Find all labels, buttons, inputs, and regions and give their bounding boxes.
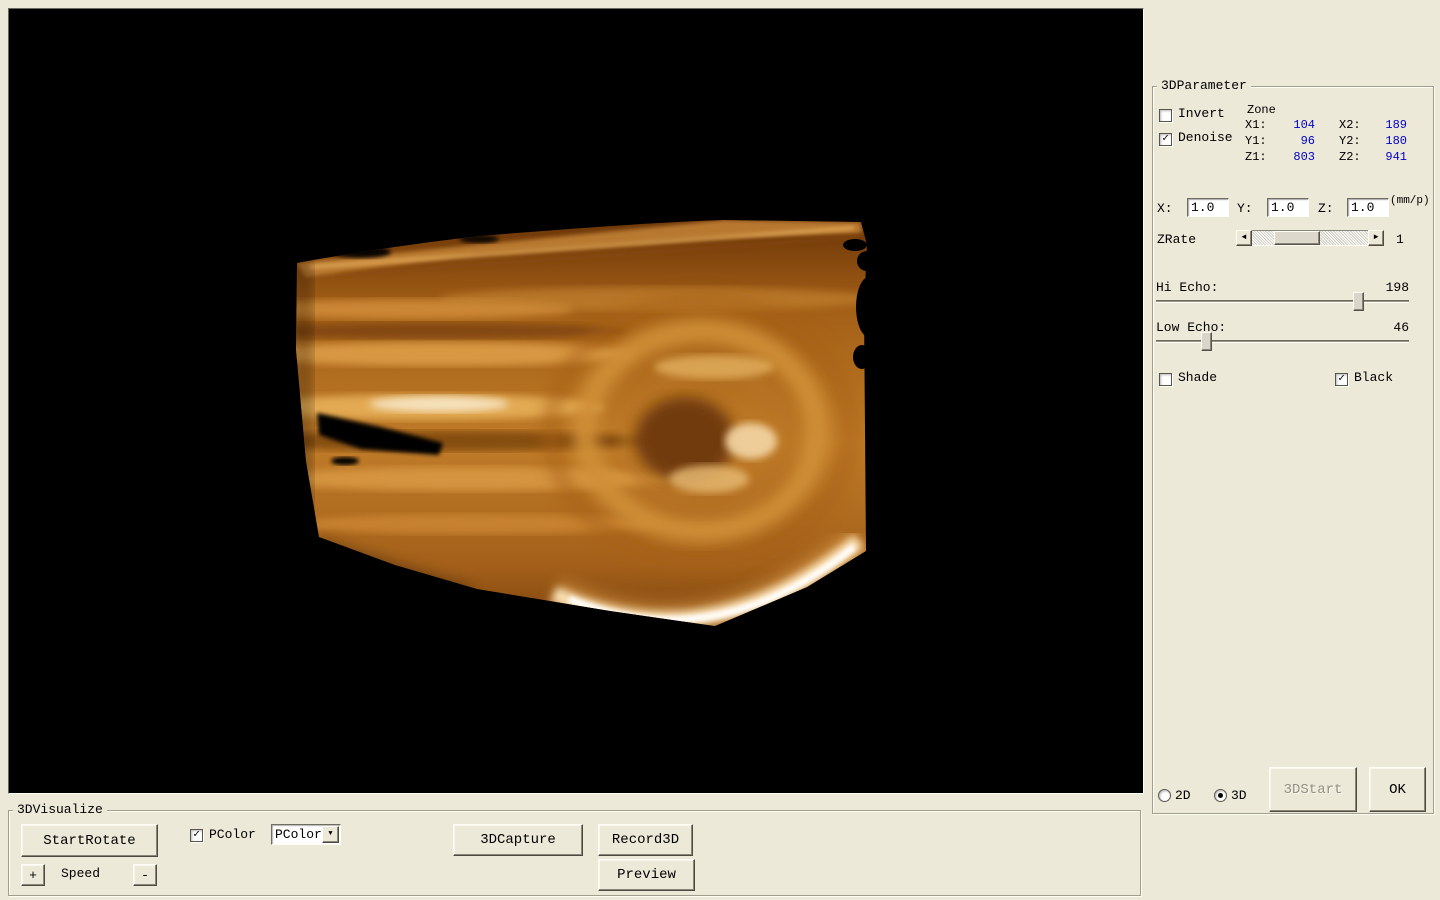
zrate-label: ZRate (1157, 232, 1196, 247)
black-label: Black (1354, 370, 1393, 385)
start3d-button[interactable]: 3DStart (1269, 767, 1357, 812)
mode-3d-label: 3D (1231, 788, 1247, 803)
visualize-group: 3DVisualize StartRotate ✓ PColor PColor … (8, 810, 1141, 896)
zrate-scrollbar-track[interactable] (1252, 230, 1368, 246)
zone-x2-value: 189 (1365, 118, 1407, 132)
visualize-group-title: 3DVisualize (13, 802, 107, 817)
scale-z-label: Z: (1318, 201, 1334, 216)
zone-z1-label: Z1: (1245, 150, 1267, 164)
low-echo-thumb[interactable] (1201, 332, 1212, 351)
hi-echo-value: 198 (1369, 280, 1409, 295)
speed-minus-button[interactable]: - (133, 864, 157, 886)
render-viewport[interactable] (8, 8, 1144, 794)
zrate-value: 1 (1396, 232, 1404, 247)
zone-y1-label: Y1: (1245, 134, 1267, 148)
mode-2d-label: 2D (1175, 788, 1191, 803)
scale-z-input[interactable] (1347, 198, 1389, 217)
invert-label: Invert (1178, 106, 1225, 121)
hi-echo-label: Hi Echo: (1156, 280, 1218, 295)
start-rotate-button[interactable]: StartRotate (21, 824, 158, 857)
zone-z2-value: 941 (1365, 150, 1407, 164)
parameter-group: 3DParameter Invert ✓ Denoise Zone X1: 10… (1152, 86, 1434, 814)
checkbox-black[interactable]: ✓ (1335, 373, 1348, 386)
speed-plus-button[interactable]: + (21, 864, 45, 886)
checkbox-denoise[interactable]: ✓ (1159, 133, 1172, 146)
zone-z1-value: 803 (1271, 150, 1315, 164)
scroll-left-button[interactable]: ◄ (1236, 230, 1252, 246)
scroll-left-icon: ◄ (1242, 234, 1247, 242)
radio-dot (1218, 793, 1223, 798)
scale-y-label: Y: (1237, 201, 1253, 216)
zone-y1-value: 96 (1271, 134, 1315, 148)
radio-2d[interactable] (1158, 789, 1171, 802)
low-echo-value: 46 (1369, 320, 1409, 335)
shade-label: Shade (1178, 370, 1217, 385)
pcolor-combobox[interactable]: PColor ▼ (271, 824, 341, 845)
pcolor-combobox-value: PColor (272, 827, 322, 842)
scale-y-input[interactable] (1267, 198, 1309, 217)
zone-x1-label: X1: (1245, 118, 1267, 132)
hi-echo-thumb[interactable] (1353, 292, 1364, 311)
zone-z2-label: Z2: (1339, 150, 1361, 164)
low-echo-slider[interactable] (1156, 340, 1409, 343)
checkmark-icon: ✓ (1162, 134, 1169, 145)
record-button[interactable]: Record3D (598, 824, 693, 856)
window-root: { "icons": { "check": "✓", "dropdown_arr… (0, 0, 1440, 900)
low-echo-label: Low Echo: (1156, 320, 1226, 335)
zrate-scrollbar[interactable]: ◄ ► (1236, 230, 1384, 246)
speed-label: Speed (61, 866, 100, 881)
scale-unit-label: (mm/p) (1390, 195, 1430, 207)
checkbox-shade[interactable] (1159, 373, 1172, 386)
scale-x-input[interactable] (1187, 198, 1229, 217)
checkbox-invert[interactable] (1159, 109, 1172, 122)
parameter-group-title: 3DParameter (1157, 78, 1251, 93)
capture-button[interactable]: 3DCapture (453, 824, 583, 856)
checkbox-pcolor[interactable]: ✓ (190, 829, 203, 842)
zone-title: Zone (1247, 103, 1276, 117)
pcolor-label: PColor (209, 827, 256, 842)
ok-button[interactable]: OK (1369, 767, 1426, 812)
zone-y2-value: 180 (1365, 134, 1407, 148)
dropdown-arrow-icon: ▼ (328, 831, 332, 838)
scale-x-label: X: (1157, 201, 1173, 216)
zrate-scrollbar-thumb[interactable] (1274, 231, 1320, 245)
checkmark-icon: ✓ (193, 830, 200, 841)
volume-render-3d (9, 9, 1143, 793)
scroll-right-icon: ► (1374, 234, 1379, 242)
zone-y2-label: Y2: (1339, 134, 1361, 148)
checkmark-icon: ✓ (1338, 374, 1345, 385)
scroll-right-button[interactable]: ► (1368, 230, 1384, 246)
denoise-label: Denoise (1178, 130, 1233, 145)
radio-3d[interactable] (1214, 789, 1227, 802)
combo-dropdown-button[interactable]: ▼ (322, 826, 339, 843)
zone-x1-value: 104 (1271, 118, 1315, 132)
hi-echo-slider[interactable] (1156, 300, 1409, 303)
zone-x2-label: X2: (1339, 118, 1361, 132)
preview-button[interactable]: Preview (598, 859, 695, 891)
